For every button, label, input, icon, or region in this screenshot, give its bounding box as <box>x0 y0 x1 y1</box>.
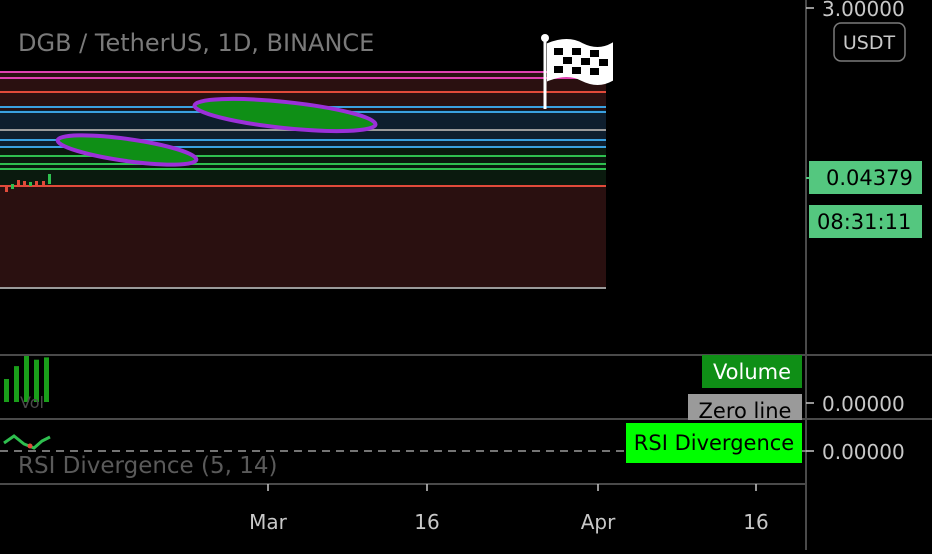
rsi-series-line <box>3 434 51 450</box>
candle <box>17 180 20 187</box>
volume-legend-partial: Vol <box>20 393 44 412</box>
rsi-axis-value: 0.00000 <box>822 440 905 464</box>
currency-label: USDT <box>843 32 896 54</box>
candle <box>42 181 45 185</box>
candle <box>11 184 14 189</box>
rsi-divergence-point <box>27 443 33 449</box>
volume-tag-label: Volume <box>713 360 791 384</box>
volume-bar <box>4 379 9 402</box>
trading-chart[interactable]: DGB / TetherUS, 1D, BINANCE 3.00000 USDT… <box>0 0 932 550</box>
volume-bar <box>14 366 19 402</box>
candle <box>35 181 38 185</box>
time-label-16-mar: 16 <box>414 510 439 534</box>
time-axis: Mar 16 Apr 16 <box>249 484 769 534</box>
time-label-16-apr: 16 <box>743 510 768 534</box>
time-label-mar: Mar <box>249 510 288 534</box>
candle <box>23 181 26 185</box>
countdown-value: 08:31:11 <box>817 210 911 234</box>
price-axis-top-label: 3.00000 <box>822 0 905 21</box>
last-price-value: 0.04379 <box>826 166 913 190</box>
rsi-pane-title: RSI Divergence (5, 14) <box>18 453 278 479</box>
zero-line-tag-label: Zero line <box>699 399 792 423</box>
volume-bar <box>44 357 49 402</box>
candle <box>5 186 8 192</box>
volume-axis-value: 0.00000 <box>822 392 905 416</box>
chart-root[interactable]: DGB / TetherUS, 1D, BINANCE 3.00000 USDT… <box>0 0 932 550</box>
symbol-title: DGB / TetherUS, 1D, BINANCE <box>18 29 374 57</box>
support-zone <box>0 186 606 288</box>
candle <box>48 174 51 184</box>
candle <box>29 182 32 186</box>
rsi-divergence-tag-label: RSI Divergence <box>634 431 794 455</box>
time-label-apr: Apr <box>581 510 616 534</box>
